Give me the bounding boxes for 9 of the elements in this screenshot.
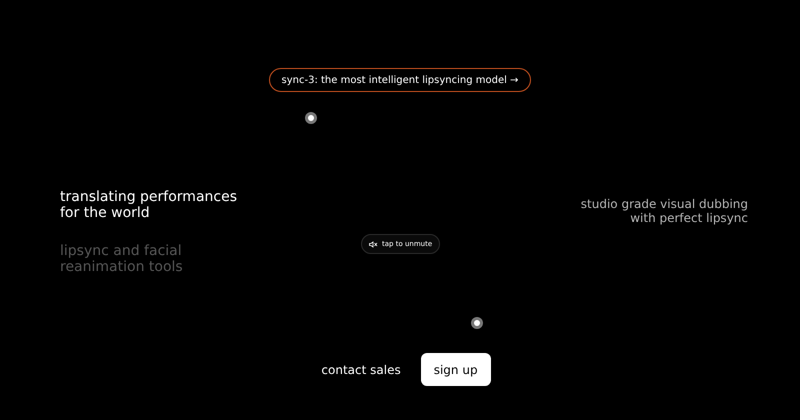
sign-up-button[interactable]: sign up: [420, 353, 491, 386]
subtitle: lipsync and facial reanimation tools: [60, 243, 184, 275]
glowing-dot-icon: [305, 112, 317, 124]
tagline: studio grade visual dubbing with perfect lipsync: [580, 197, 748, 225]
contact-sales-link[interactable]: contact sales: [321, 360, 401, 378]
muted-speaker-icon: [369, 240, 378, 248]
headline: translating performances for the world: [60, 189, 238, 221]
glowing-dot-icon: [471, 317, 483, 329]
announcement-link[interactable]: sync-3: the most intelligent lipsyncing model →: [268, 68, 532, 92]
